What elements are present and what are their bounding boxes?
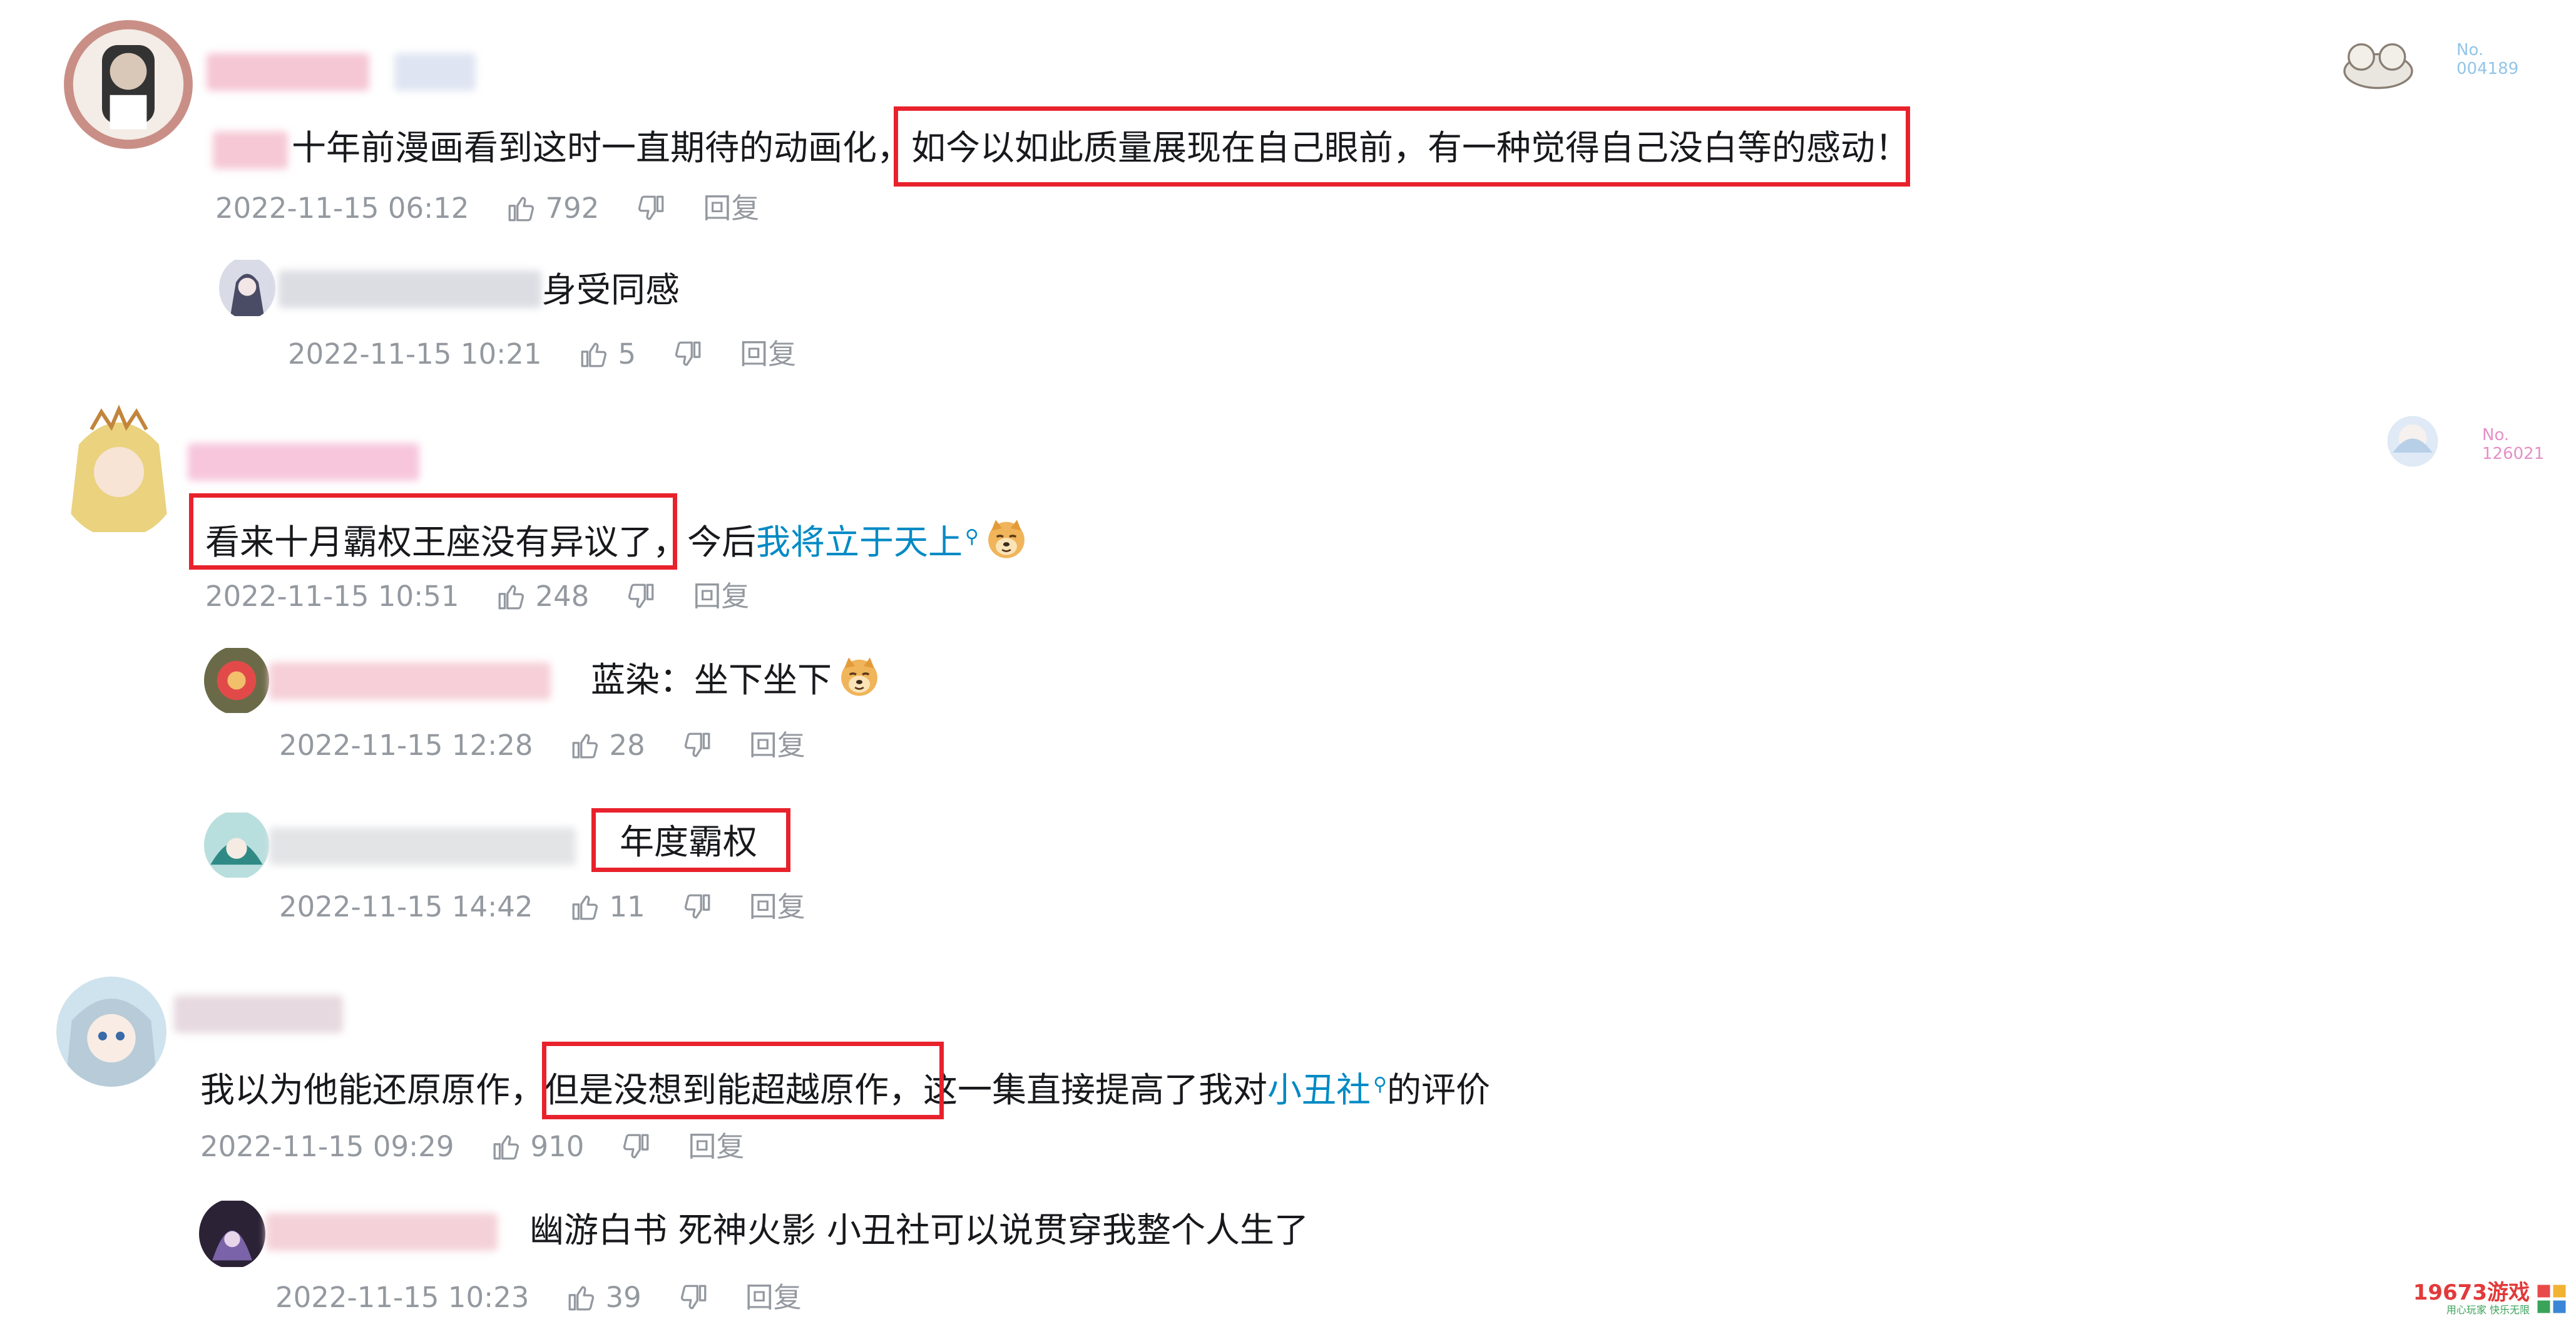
username-blurred[interactable] [188,443,419,481]
fan-number-label: No. 126021 [2482,426,2545,463]
dislike-button[interactable] [678,1282,709,1313]
avatar[interactable] [204,811,269,880]
like-button[interactable]: 5 [578,336,636,373]
reply-button[interactable]: 回复 [740,336,796,373]
topic-link[interactable]: 我将立于天上 [756,522,963,562]
level-badge-blurred [394,53,476,91]
comment-meta: 2022-11-15 10:51 248 回复 [205,578,749,615]
thumbs-up-icon [496,581,527,612]
avatar[interactable] [56,977,166,1087]
avatar[interactable] [204,646,269,715]
thumbs-down-icon [672,339,703,370]
reply-button[interactable]: 回复 [693,578,749,615]
search-icon: ⚲ [965,526,979,548]
reply-button[interactable]: 回复 [703,190,759,227]
doge-emoji-icon [985,518,1028,560]
username-blurred[interactable] [207,53,369,91]
fan-badge-icon [2384,410,2441,473]
reply-meta: 2022-11-15 10:21 5 回复 [288,336,796,373]
avatar[interactable] [56,401,181,538]
comment-time: 2022-11-15 06:12 [215,192,469,225]
username-blurred[interactable] [174,995,343,1033]
like-count: 28 [609,729,645,762]
comment-time: 2022-11-15 10:51 [205,580,459,613]
search-icon: ⚲ [1373,1074,1388,1096]
thumbs-down-icon [678,1282,709,1313]
site-watermark: 19673游戏 用心玩家 快乐无限 [2413,1281,2567,1316]
doge-emoji-icon [838,655,881,698]
watermark-slogan: 用心玩家 快乐无限 [2446,1304,2530,1316]
thumbs-down-icon [682,730,713,761]
thumbs-down-icon [635,193,667,224]
like-button[interactable]: 11 [570,888,645,926]
username-blurred[interactable] [279,270,541,308]
fan-badge-icon [2334,34,2422,91]
dislike-button[interactable] [682,730,713,761]
like-count: 910 [530,1130,585,1163]
comment-meta: 2022-11-15 06:12 792 回复 [215,190,759,227]
like-button[interactable]: 792 [506,190,600,227]
like-count: 5 [618,337,636,371]
cube-logo-icon [2537,1285,2566,1313]
avatar[interactable] [199,1199,265,1269]
like-count: 792 [545,192,600,225]
like-count: 39 [605,1281,641,1314]
highlight-box [894,106,1910,187]
reply-button[interactable]: 回复 [745,1279,802,1316]
highlight-box [591,808,790,872]
thumbs-up-icon [570,891,601,923]
thumbs-down-icon [620,1131,652,1162]
user-tag-blurred [213,131,288,169]
reply-text: 幽游白书 死神火影 小丑社可以说贯穿我整个人生了 [529,1210,1309,1250]
dislike-button[interactable] [635,193,667,224]
reply-meta: 2022-11-15 14:42 11 回复 [279,888,805,926]
username-blurred[interactable] [269,828,576,865]
like-count: 248 [535,580,590,613]
thumbs-down-icon [625,581,657,612]
avatar[interactable] [219,257,275,319]
avatar[interactable] [56,19,200,150]
reply-meta: 2022-11-15 12:28 28 回复 [279,727,805,764]
reply-button[interactable]: 回复 [749,888,805,926]
watermark-brand: 19673游戏 [2413,1280,2530,1305]
dislike-button[interactable] [682,891,713,923]
like-button[interactable]: 248 [496,578,590,615]
highlight-box [189,493,677,570]
like-count: 11 [609,890,645,923]
username-blurred[interactable] [266,1213,498,1251]
comment-meta: 2022-11-15 09:29 910 回复 [200,1128,744,1166]
thumbs-up-icon [578,339,610,370]
comment-time: 2022-11-15 09:29 [200,1130,454,1163]
thumbs-down-icon [682,891,713,923]
dislike-button[interactable] [620,1131,652,1162]
username-blurred[interactable] [269,662,551,700]
reply-meta: 2022-11-15 10:23 39 回复 [275,1279,802,1316]
reply-time: 2022-11-15 14:42 [279,890,533,923]
thumbs-up-icon [570,730,601,761]
reply-text: 身受同感 [542,270,680,310]
reply-button[interactable]: 回复 [749,727,805,764]
thumbs-up-icon [491,1131,522,1162]
dislike-button[interactable] [625,581,657,612]
dislike-button[interactable] [672,339,703,370]
thumbs-up-icon [566,1282,597,1313]
highlight-box [542,1042,944,1119]
like-button[interactable]: 28 [570,727,645,764]
reply-text: 蓝染：坐下坐下 [591,655,881,702]
reply-time: 2022-11-15 10:21 [288,337,542,371]
reply-time: 2022-11-15 12:28 [279,729,533,762]
like-button[interactable]: 39 [566,1279,641,1316]
fan-number-label: No. 004189 [2456,41,2519,78]
thumbs-up-icon [506,193,537,224]
like-button[interactable]: 910 [491,1128,585,1166]
reply-time: 2022-11-15 10:23 [275,1281,529,1314]
reply-button[interactable]: 回复 [688,1128,744,1166]
topic-link[interactable]: 小丑社 [1267,1070,1371,1110]
